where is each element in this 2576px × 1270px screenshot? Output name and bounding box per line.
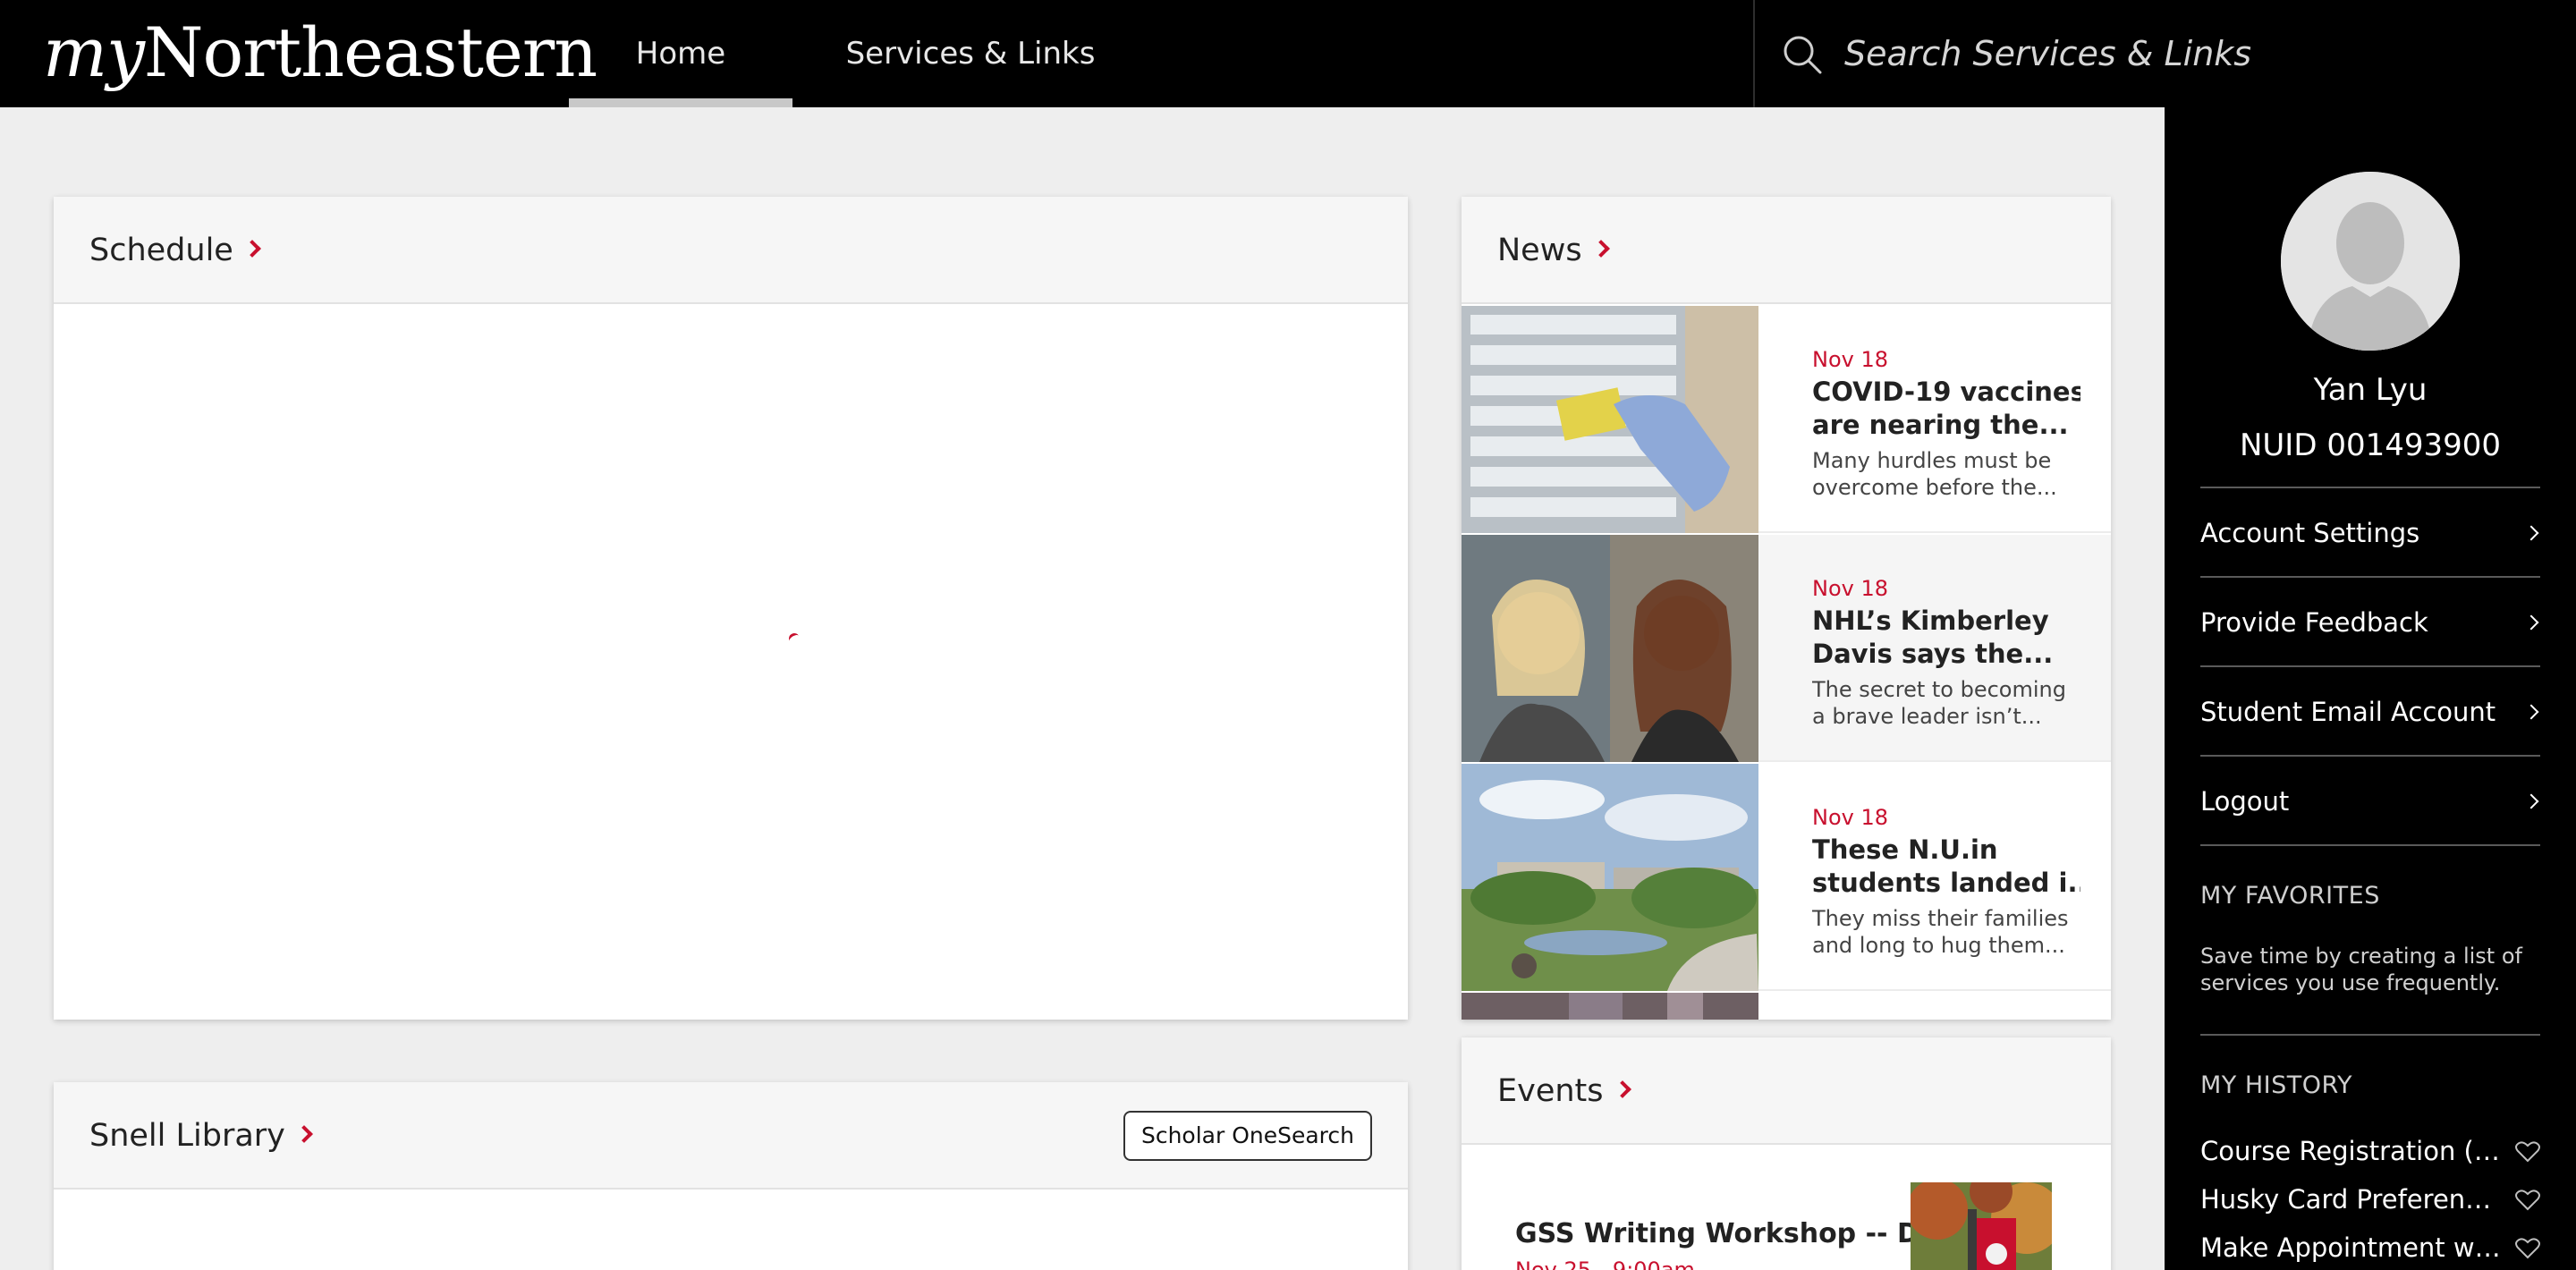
news-title-text: These N.U.in students landed i... (1812, 834, 2080, 900)
chevron-right-icon (2523, 525, 2539, 541)
chevron-right-icon (294, 1125, 313, 1143)
search-box (1753, 0, 2576, 107)
heart-icon[interactable] (2515, 1141, 2540, 1163)
mynortheastern-logo[interactable]: myNortheastern (43, 13, 597, 93)
news-excerpt-line: The secret to becoming (1812, 677, 2066, 702)
schedule-title-link[interactable]: Schedule (89, 197, 261, 304)
menu-item-label: Logout (2200, 786, 2290, 817)
loading-spinner-icon (786, 631, 802, 647)
snell-library-card-header: Snell Library Scholar OneSearch (54, 1082, 1408, 1190)
history-item-label: Course Registration (NE... (2200, 1136, 2504, 1166)
news-title-link[interactable]: News (1497, 197, 1610, 304)
top-navigation-bar: myNortheastern Home Services & Links (0, 0, 2576, 107)
news-card-header: News (1462, 197, 2111, 304)
news-thumbnail-video-call (1462, 535, 1758, 762)
schedule-title: Schedule (89, 233, 233, 268)
events-card: Events GSS Writing Workshop -- D... Nov … (1462, 1037, 2111, 1270)
news-date: Nov 18 (1812, 347, 1889, 372)
history-item-label: Make Appointment with... (2200, 1232, 2504, 1263)
snell-library-title: Snell Library (89, 1118, 285, 1154)
snell-library-card: Snell Library Scholar OneSearch (54, 1082, 1408, 1270)
events-card-header: Events (1462, 1037, 2111, 1145)
history-item-label: Husky Card Preferences (2200, 1184, 2504, 1215)
history-item[interactable]: Husky Card Preferences (2200, 1175, 2540, 1223)
news-excerpt: Many hurdles must be overcome before the.… (1812, 447, 2080, 501)
menu-item-label: Account Settings (2200, 518, 2420, 548)
profile-panel: Yan Lyu NUID 001493900 Account Settings … (2165, 107, 2576, 1270)
news-thumbnail-vaccine-freezer (1462, 306, 1758, 533)
my-history-heading: MY HISTORY (2200, 1071, 2353, 1099)
heart-icon[interactable] (2515, 1190, 2540, 1211)
my-favorites-heading: MY FAVORITES (2200, 882, 2380, 910)
user-nuid: NUID 001493900 (2239, 428, 2502, 463)
snell-library-title-link[interactable]: Snell Library (89, 1082, 313, 1190)
avatar (2281, 172, 2460, 351)
news-item[interactable]: Nov 18 NHL’s Kimberley Davis says the... … (1462, 535, 2111, 762)
search-icon[interactable] (1782, 34, 1823, 75)
news-excerpt: The secret to becoming a brave leader isn… (1812, 676, 2080, 730)
logo-my: my (43, 13, 145, 92)
news-title-line: are nearing the... (1812, 410, 2069, 440)
history-item[interactable]: Make Appointment with... (2200, 1223, 2540, 1270)
user-silhouette-icon (2281, 172, 2460, 351)
history-item[interactable]: Course Registration (NE... (2200, 1127, 2540, 1175)
menu-item-label: Student Email Account (2200, 697, 2496, 727)
logo-northeastern: Northeastern (144, 13, 597, 92)
chevron-right-icon (1591, 240, 1610, 258)
schedule-card-header: Schedule (54, 197, 1408, 304)
tab-home[interactable]: Home (569, 0, 792, 107)
news-card: News Nov 18 COVID-19 vaccines are nearin… (1462, 197, 2111, 1020)
news-excerpt-line: They miss their families (1812, 906, 2069, 931)
search-input[interactable] (1844, 27, 2542, 80)
news-item[interactable]: Nov 18 COVID-19 vaccines are nearing the.… (1462, 306, 2111, 533)
news-title: News (1497, 233, 1582, 268)
schedule-card: Schedule (54, 197, 1408, 1020)
divider (2200, 1034, 2540, 1036)
news-excerpt: They miss their families and long to hug … (1812, 905, 2080, 959)
news-title-line: These N.U.in (1812, 834, 1998, 865)
events-title: Events (1497, 1073, 1604, 1109)
scholar-onesearch-button[interactable]: Scholar OneSearch (1123, 1111, 1372, 1161)
news-title-line: COVID-19 vaccines (1812, 377, 2080, 407)
news-date: Nov 18 (1812, 805, 1889, 830)
favorites-description: Save time by creating a list of services… (2200, 944, 2522, 995)
user-name: Yan Lyu (2313, 372, 2428, 408)
event-thumbnail[interactable] (1911, 1182, 2052, 1270)
event-title[interactable]: GSS Writing Workshop -- D... (1515, 1218, 1950, 1249)
chevron-right-icon (1613, 1080, 1631, 1098)
menu-item-student-email-account[interactable]: Student Email Account (2200, 667, 2540, 757)
chevron-right-icon (2523, 614, 2539, 631)
news-title-text: COVID-19 vaccines are nearing the... (1812, 376, 2080, 442)
events-title-link[interactable]: Events (1497, 1037, 1631, 1145)
heart-icon[interactable] (2515, 1238, 2540, 1259)
menu-item-account-settings[interactable]: Account Settings (2200, 488, 2540, 578)
divider (2200, 844, 2540, 846)
news-thumbnail-partial (1462, 993, 1758, 1020)
chevron-right-icon (2523, 793, 2539, 809)
news-item[interactable]: Nov 18 These N.U.in students landed i... … (1462, 764, 2111, 991)
news-title-line: NHL’s Kimberley (1812, 605, 2049, 636)
chevron-right-icon (242, 240, 261, 258)
tab-services-links[interactable]: Services & Links (841, 0, 1100, 107)
news-excerpt-line: and long to hug them... (1812, 933, 2065, 958)
news-title-line: Davis says the... (1812, 639, 2054, 669)
menu-item-logout[interactable]: Logout (2200, 757, 2540, 846)
news-title-line: students landed i... (1812, 868, 2080, 898)
news-excerpt-line: Many hurdles must be (1812, 448, 2052, 473)
menu-item-label: Provide Feedback (2200, 607, 2428, 638)
news-item[interactable] (1462, 993, 2111, 1020)
news-list: Nov 18 COVID-19 vaccines are nearing the.… (1462, 304, 2111, 1020)
news-excerpt-line: overcome before the... (1812, 475, 2057, 500)
news-date: Nov 18 (1812, 576, 1889, 601)
chevron-right-icon (2523, 704, 2539, 720)
menu-item-provide-feedback[interactable]: Provide Feedback (2200, 578, 2540, 667)
news-thumbnail-campus (1462, 764, 1758, 991)
news-excerpt-line: a brave leader isn’t... (1812, 704, 2042, 729)
event-time: Nov 25 - 9:00am (1515, 1257, 1695, 1270)
news-title-text: NHL’s Kimberley Davis says the... (1812, 605, 2080, 671)
